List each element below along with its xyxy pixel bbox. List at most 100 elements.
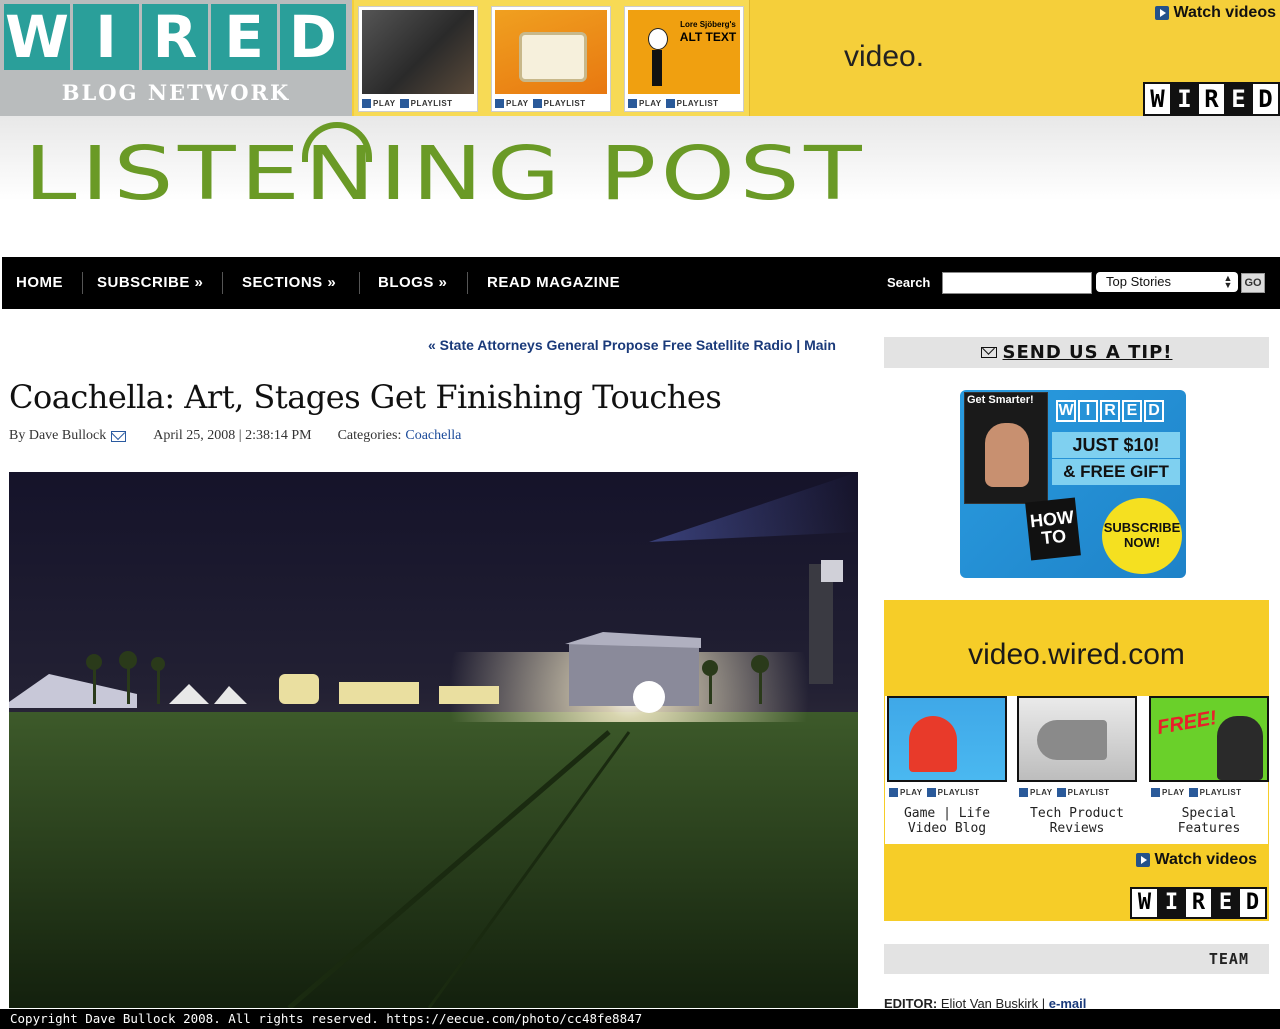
author-name: By Dave Bullock	[9, 428, 107, 443]
search-input[interactable]	[942, 272, 1092, 294]
video-wired-heading[interactable]: video.wired.com	[884, 638, 1269, 672]
playlist-button[interactable]: PLAYLIST	[1188, 786, 1242, 798]
gift-banner: & FREE GIFT	[1052, 459, 1180, 485]
wired-wordmark: W I R E D	[1056, 400, 1164, 422]
video-caption: Game | Life Video Blog	[903, 806, 991, 836]
nav-divider	[359, 272, 360, 294]
post-date: April 25, 2008 | 2:38:14 PM	[153, 428, 312, 443]
nav-read-magazine[interactable]: READ MAGAZINE	[487, 257, 620, 309]
video-caption: Special Features	[1177, 806, 1241, 836]
play-icon	[1155, 6, 1170, 20]
play-icon	[628, 98, 637, 108]
send-tip-bar[interactable]: SEND US A TIP!	[884, 337, 1269, 368]
playlist-button[interactable]: PLAYLIST	[665, 97, 719, 109]
nav-sections[interactable]: SECTIONS »	[242, 257, 336, 309]
logo-letter: D	[280, 4, 346, 70]
night-field-illustration	[9, 472, 858, 1008]
play-button[interactable]: PLAY	[362, 97, 396, 109]
category-link[interactable]: Coachella	[405, 428, 461, 444]
video-thumb-image: Lore Sjöberg's ALT TEXT	[628, 10, 740, 94]
play-button[interactable]: PLAY	[889, 786, 923, 798]
main-link[interactable]: Main	[804, 337, 836, 353]
play-playlist-row: PLAY PLAYLIST	[1019, 786, 1135, 798]
get-smarter-label: Get Smarter!	[967, 394, 1034, 406]
alt-text-title: Lore Sjöberg's ALT TEXT	[679, 20, 737, 44]
nav-subscribe[interactable]: SUBSCRIBE »	[97, 257, 203, 309]
play-button[interactable]: PLAY	[1019, 786, 1053, 798]
wired-brand-mark: W I R E D	[1143, 82, 1280, 116]
play-button[interactable]: PLAY	[495, 97, 529, 109]
video-thumb-device[interactable]: PLAY PLAYLIST	[491, 6, 611, 112]
send-tip-link[interactable]: SEND US A TIP!	[1003, 342, 1173, 363]
play-playlist-row: PLAY PLAYLIST	[495, 97, 607, 109]
site-title[interactable]: LISTENING POST	[24, 134, 866, 215]
playlist-icon	[665, 98, 675, 108]
logo-letter: R	[142, 4, 208, 70]
play-icon	[1136, 853, 1151, 867]
video-item-game-life[interactable]: PLAY PLAYLIST Game | Life Video Blog	[887, 696, 1007, 844]
nav-divider	[82, 272, 83, 294]
playlist-button[interactable]: PLAYLIST	[1056, 786, 1110, 798]
playlist-button[interactable]: PLAYLIST	[532, 97, 586, 109]
cover-portrait	[985, 423, 1029, 487]
video-thumb-image	[362, 10, 474, 94]
article-title: Coachella: Art, Stages Get Finishing Tou…	[9, 378, 722, 416]
video-wired-promo[interactable]: video.wired.com PLAY PLAYLIST Game | Lif…	[884, 600, 1269, 921]
select-arrows-icon: ▲ ▼	[1223, 273, 1233, 290]
subscribe-ad[interactable]: Get Smarter! HOW TO W I R E D JUST $10! …	[960, 390, 1186, 578]
coachella-night-photo	[9, 472, 858, 1008]
top-video-banner-ad[interactable]: PLAY PLAYLIST PLAY PLAYLIST Lore Sjöberg…	[352, 0, 1280, 116]
free-thumbnail: FREE!	[1149, 696, 1269, 782]
blog-network-label: BLOG NETWORK	[61, 80, 291, 105]
video-thumb-office[interactable]: PLAY PLAYLIST	[358, 6, 478, 112]
camcorder-thumbnail	[1017, 696, 1137, 782]
wired-brand-mark: W I R E D	[1130, 887, 1267, 919]
playlist-button[interactable]: PLAYLIST	[926, 786, 980, 798]
play-icon	[1019, 787, 1028, 797]
howto-book-image: HOW TO	[1025, 497, 1081, 561]
subscribe-now-button[interactable]: SUBSCRIBE NOW!	[1102, 498, 1182, 574]
search-scope-select[interactable]: Top Stories ▲ ▼	[1096, 272, 1238, 292]
logo-letter: I	[73, 4, 139, 70]
main-nav: HOME SUBSCRIBE » SECTIONS » BLOGS » READ…	[2, 257, 1280, 309]
categories-label: Categories:	[337, 428, 402, 443]
play-icon	[495, 98, 504, 108]
video-thumb-alt-text[interactable]: Lore Sjöberg's ALT TEXT PLAY PLAYLIST	[624, 6, 744, 112]
play-icon	[362, 98, 371, 108]
play-button[interactable]: PLAY	[628, 97, 662, 109]
magazine-cover-image: Get Smarter!	[964, 392, 1048, 504]
video-category-thumbs: PLAY PLAYLIST Game | Life Video Blog PLA…	[885, 696, 1269, 844]
nav-blogs[interactable]: BLOGS »	[378, 257, 447, 309]
logo-letter: W	[4, 3, 70, 71]
team-heading: TEAM	[1208, 950, 1249, 968]
post-navigation: « State Attorneys General Propose Free S…	[428, 337, 836, 353]
playlist-icon	[1056, 787, 1066, 797]
logo-letter: E	[211, 4, 277, 70]
post-nav-divider: |	[796, 337, 801, 353]
previous-post-link[interactable]: « State Attorneys General Propose Free S…	[428, 337, 792, 353]
play-playlist-row: PLAY PLAYLIST	[889, 786, 1005, 798]
video-wordmark: video.	[844, 40, 925, 73]
watch-videos-link[interactable]: Watch videos	[1155, 4, 1276, 22]
video-item-tech-reviews[interactable]: PLAY PLAYLIST Tech Product Reviews	[1017, 696, 1137, 844]
wired-blog-network-logo[interactable]: W I R E D BLOG NETWORK	[0, 0, 352, 116]
playlist-button[interactable]: PLAYLIST	[399, 97, 453, 109]
email-author-icon[interactable]	[111, 430, 127, 442]
team-heading-bar: TEAM	[884, 944, 1269, 974]
nav-home[interactable]: HOME	[16, 257, 63, 309]
wired-logo-letters: W I R E D	[4, 4, 346, 70]
playlist-icon	[532, 98, 542, 108]
copyright-footer: Copyright Dave Bullock 2008. All rights …	[0, 1009, 1280, 1029]
play-playlist-row: PLAY PLAYLIST	[1151, 786, 1267, 798]
search-go-button[interactable]: GO	[1241, 273, 1265, 293]
video-thumb-image	[495, 10, 607, 94]
video-item-special-features[interactable]: FREE! PLAY PLAYLIST Special Features	[1149, 696, 1269, 844]
play-button[interactable]: PLAY	[1151, 786, 1185, 798]
nav-divider	[222, 272, 223, 294]
free-label: FREE!	[1155, 706, 1219, 740]
play-icon	[889, 787, 898, 797]
envelope-icon	[980, 347, 997, 358]
nav-divider	[467, 272, 468, 294]
watch-videos-link[interactable]: Watch videos	[1136, 851, 1257, 869]
article-byline: By Dave Bullock April 25, 2008 | 2:38:14…	[9, 428, 461, 444]
